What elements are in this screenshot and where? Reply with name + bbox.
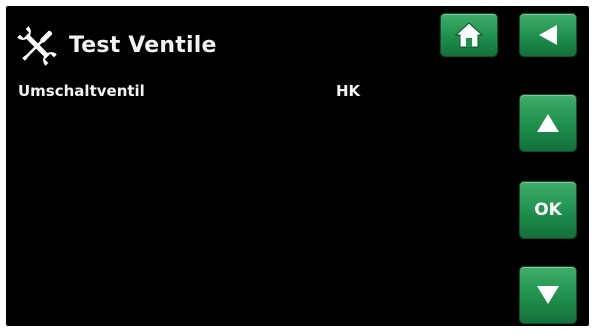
screen: Test Ventile Umschaltventil HK OK (6, 6, 589, 326)
valve-value: HK (336, 82, 361, 100)
down-button[interactable] (520, 267, 576, 323)
ok-label: OK (534, 200, 562, 220)
home-icon (454, 22, 484, 48)
up-button[interactable] (520, 95, 576, 151)
back-button[interactable] (520, 14, 576, 56)
wrench-screwdriver-icon (17, 26, 57, 66)
ok-button[interactable]: OK (520, 182, 576, 238)
down-arrow-icon (537, 286, 559, 304)
page-title: Test Ventile (69, 33, 217, 58)
back-arrow-icon (539, 25, 557, 45)
home-button[interactable] (441, 14, 497, 56)
valve-label: Umschaltventil (18, 82, 145, 100)
up-arrow-icon (537, 114, 559, 132)
